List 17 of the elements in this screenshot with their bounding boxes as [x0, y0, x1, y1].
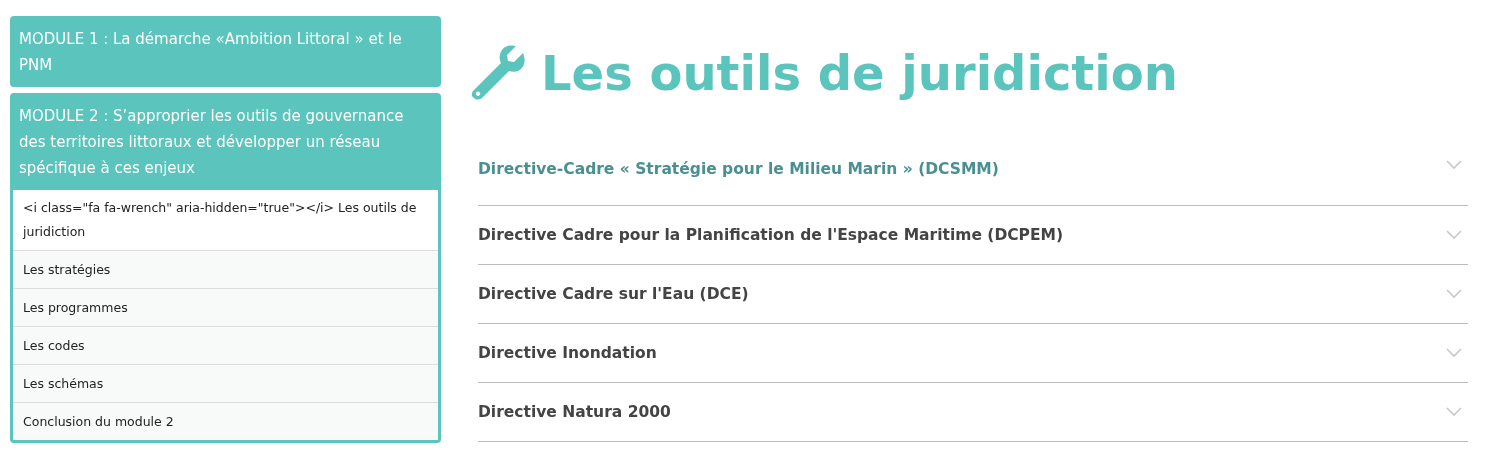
chevron-icon — [1446, 230, 1462, 240]
lesson-link[interactable]: Les programmes — [13, 289, 438, 327]
wrench-icon — [471, 45, 527, 101]
page-title: Les outils de juridiction — [541, 45, 1178, 101]
lesson-link[interactable]: Les codes — [13, 327, 438, 365]
accordion-header[interactable]: Directive Cadre sur l'Eau (DCE) — [478, 265, 1468, 324]
chevron-icon — [1446, 407, 1462, 417]
accordion-header[interactable]: Directive-Cadre « Stratégie pour le Milieu Marin » (DCSMM) — [478, 160, 1468, 206]
chevron-icon — [1446, 348, 1462, 358]
chevron-icon — [1446, 289, 1462, 299]
accordion-header[interactable]: Directive Natura 2000 — [478, 383, 1468, 442]
accordion-header[interactable]: Directive Cadre pour la Planification de l'Espace Maritime (DCPEM) — [478, 206, 1468, 265]
lesson-link[interactable]: Les schémas — [13, 365, 438, 403]
lesson-link[interactable]: Conclusion du module 2 — [13, 403, 438, 440]
accordion-header[interactable]: Directive Inondation — [478, 324, 1468, 383]
chevron-icon — [1446, 160, 1462, 170]
lesson-link[interactable]: Les stratégies — [13, 251, 438, 289]
